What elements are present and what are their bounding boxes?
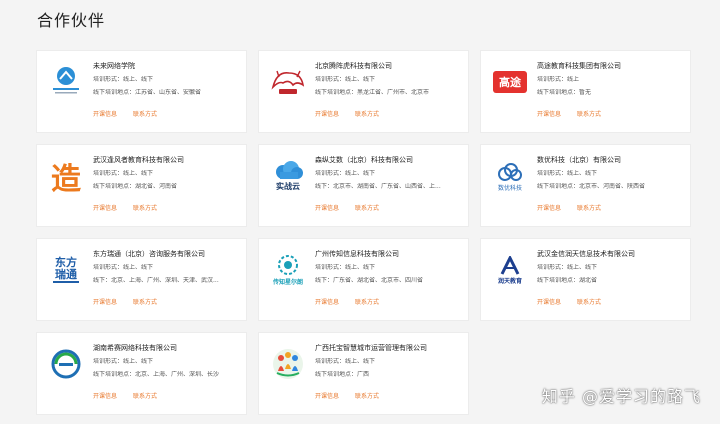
partner-card[interactable]: 东方瑞通 东方瑞通（北京）咨询服务有限公司 培训形式：线上、线下 线下：北京、上…: [36, 238, 247, 321]
partner-card[interactable]: 实战云 森纵艾数（北京）科技有限公司 培训形式：线上、线下 线下：北京市、湖南省…: [258, 144, 469, 227]
course-info-link[interactable]: 开课信息: [315, 111, 339, 118]
runtian-logo-icon: 润天教育: [489, 249, 531, 291]
course-info-link[interactable]: 开课信息: [315, 393, 339, 400]
training-location: 线下培训地点：湖北省、河南省: [93, 183, 178, 190]
contact-link[interactable]: 联系方式: [133, 393, 157, 400]
partner-name: 高途教育科技集团有限公司: [537, 62, 621, 70]
training-format: 培训形式：线上、线下: [537, 264, 598, 271]
partner-card[interactable]: 湖南希赛网络科技有限公司 培训形式：线上、线下 线下培训地点：北京、上海、广州、…: [36, 332, 247, 415]
course-info-link[interactable]: 开课信息: [315, 205, 339, 212]
logo-text: 高途: [493, 71, 527, 93]
training-format: 培训形式：线上、线下: [537, 170, 598, 177]
training-format: 培训形式：线上、线下: [315, 264, 376, 271]
training-format: 培训形式：线上、线下: [315, 170, 376, 177]
training-format: 培训形式：线上、线下: [93, 170, 154, 177]
logo-text: 造: [51, 162, 81, 197]
partner-card[interactable]: 广西托宝智慧城市运营管理有限公司 培训形式：线上、线下 线下培训地点：广西 开课…: [258, 332, 469, 415]
logo-text: 传知星尔朗: [272, 279, 303, 286]
gaotu-logo-icon: 高途: [489, 61, 531, 103]
partner-card[interactable]: 造 武汉逢风者教育科技有限公司 培训形式：线上、线下 线下培训地点：湖北省、河南…: [36, 144, 247, 227]
orange-logo-icon: 造: [45, 155, 87, 197]
partner-name: 湖南希赛网络科技有限公司: [93, 344, 177, 352]
xisai-logo-icon: [45, 343, 87, 385]
training-location: 线下培训地点：北京、上海、广州、深圳、长沙: [93, 371, 220, 378]
partner-card[interactable]: 未来网络学院 培训形式：线上、线下 线下培训地点：江苏省、山东省、安徽省 开课信…: [36, 50, 247, 133]
people-logo-icon: [267, 343, 309, 385]
cloud-logo-icon: 实战云: [267, 155, 309, 197]
training-format: 培训形式：线上、线下: [93, 358, 154, 365]
contact-link[interactable]: 联系方式: [133, 299, 157, 306]
logo-text: 数优科技: [497, 184, 522, 192]
course-info-link[interactable]: 开课信息: [93, 393, 117, 400]
logo-text: 实战云: [276, 182, 300, 191]
partner-name: 武汉逢风者教育科技有限公司: [93, 156, 184, 164]
training-location: 线下培训地点：暂无: [537, 89, 592, 96]
partner-name: 未来网络学院: [93, 62, 135, 70]
contact-link[interactable]: 联系方式: [577, 205, 601, 212]
training-location: 线下：北京、上海、广州、深圳、天津、武汉...: [93, 277, 219, 284]
logo-text: 东方瑞通: [53, 256, 79, 283]
watermark: 知乎 @爱学习的路飞: [541, 387, 701, 406]
partner-name: 武汉金信润天信息技术有限公司: [537, 250, 635, 258]
partner-card[interactable]: 高途 高途教育科技集团有限公司 培训形式：线上 线下培训地点：暂无 开课信息 联…: [480, 50, 691, 133]
training-format: 培训形式：线上: [537, 76, 580, 83]
shuyou-logo-icon: 数优科技: [489, 155, 531, 197]
partner-name: 北京腾阵虎科技有限公司: [315, 62, 392, 70]
contact-link[interactable]: 联系方式: [355, 111, 379, 118]
contact-link[interactable]: 联系方式: [577, 111, 601, 118]
contact-link[interactable]: 联系方式: [355, 393, 379, 400]
logo-text: 润天教育: [497, 277, 522, 285]
course-info-link[interactable]: 开课信息: [93, 299, 117, 306]
training-format: 培训形式：线上、线下: [315, 76, 376, 83]
course-info-link[interactable]: 开课信息: [93, 205, 117, 212]
training-location: 线下培训地点：湖北省: [537, 277, 598, 284]
partner-name: 广西托宝智慧城市运营管理有限公司: [315, 344, 427, 352]
course-info-link[interactable]: 开课信息: [537, 299, 561, 306]
partner-card[interactable]: 传知星尔朗 广州传知信息科技有限公司 培训形式：线上、线下 线下：广东省、湖北省…: [258, 238, 469, 321]
section-title: 合作伙伴: [37, 11, 106, 30]
training-location: 线下：广东省、湖北省、北京市、四川省: [315, 277, 424, 284]
partner-card[interactable]: 润天教育 武汉金信润天信息技术有限公司 培训形式：线上、线下 线下培训地点：湖北…: [480, 238, 691, 321]
course-info-link[interactable]: 开课信息: [315, 299, 339, 306]
contact-link[interactable]: 联系方式: [355, 299, 379, 306]
course-info-link[interactable]: 开课信息: [93, 111, 117, 118]
contact-link[interactable]: 联系方式: [133, 205, 157, 212]
dongfang-logo-icon: 东方瑞通: [45, 249, 87, 291]
training-format: 培训形式：线上、线下: [315, 358, 376, 365]
training-location: 线下：北京市、湖南省、广东省、山西省、上...: [315, 183, 441, 190]
partner-name: 东方瑞通（北京）咨询服务有限公司: [93, 250, 205, 258]
training-location: 线下培训地点：北京市、河南省、陕西省: [537, 183, 646, 190]
training-format: 培训形式：线上、线下: [93, 76, 154, 83]
future-network-academy-logo-icon: [45, 61, 87, 103]
training-location: 线下培训地点：江苏省、山东省、安徽省: [93, 89, 202, 96]
chuanzhi-logo-icon: 传知星尔朗: [267, 249, 309, 291]
contact-link[interactable]: 联系方式: [355, 205, 379, 212]
course-info-link[interactable]: 开课信息: [537, 205, 561, 212]
training-location: 线下培训地点：黑龙江省、广州市、北京市: [315, 89, 430, 96]
partner-name: 森纵艾数（北京）科技有限公司: [315, 156, 413, 164]
partner-card[interactable]: 数优科技 数优科技（北京）有限公司 培训形式：线上、线下 线下培训地点：北京市、…: [480, 144, 691, 227]
training-format: 培训形式：线上、线下: [93, 264, 154, 271]
training-location: 线下培训地点：广西: [315, 371, 370, 378]
partner-card[interactable]: 北京腾阵虎科技有限公司 培训形式：线上、线下 线下培训地点：黑龙江省、广州市、北…: [258, 50, 469, 133]
partner-grid: 未来网络学院 培训形式：线上、线下 线下培训地点：江苏省、山东省、安徽省 开课信…: [36, 50, 691, 415]
contact-link[interactable]: 联系方式: [577, 299, 601, 306]
partner-name: 广州传知信息科技有限公司: [315, 250, 399, 258]
partner-name: 数优科技（北京）有限公司: [537, 156, 621, 164]
tiger-logo-icon: [267, 61, 309, 103]
course-info-link[interactable]: 开课信息: [537, 111, 561, 118]
contact-link[interactable]: 联系方式: [133, 111, 157, 118]
